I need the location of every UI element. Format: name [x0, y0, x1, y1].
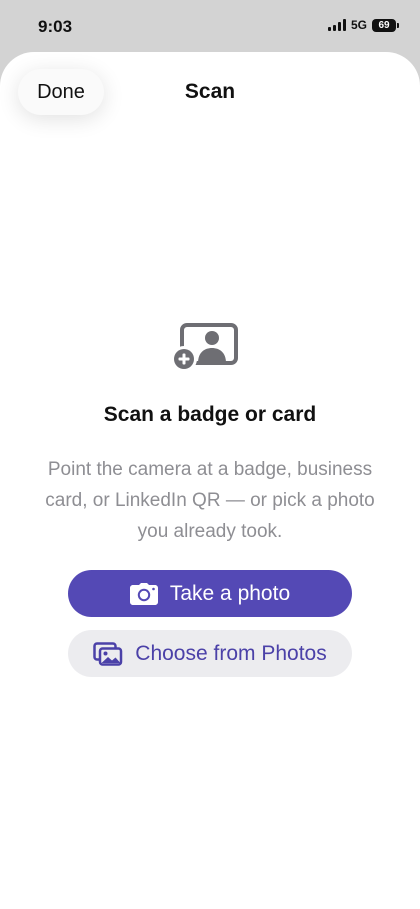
contact-card-add-icon [171, 323, 238, 372]
choose-photos-button[interactable]: Choose from Photos [68, 630, 352, 677]
scan-heading: Scan a badge or card [103, 403, 317, 426]
status-indicators: 5G 69 [327, 18, 399, 32]
camera-icon [129, 582, 158, 605]
photos-icon [93, 641, 123, 666]
take-photo-label: Take a photo [169, 581, 291, 605]
scan-description: Point the camera at a badge, business ca… [45, 459, 375, 542]
sheet-title: Scan [184, 80, 236, 103]
choose-photos-label: Choose from Photos [135, 641, 327, 665]
take-photo-button[interactable]: Take a photo [68, 570, 352, 617]
signal-icon [327, 19, 346, 31]
network-type: 5G [350, 18, 367, 32]
status-bar: 9:03 5G 69 [0, 0, 420, 52]
battery-level: 69 [378, 19, 390, 31]
scan-sheet: Done Scan Scan a badge or card Point the… [0, 52, 420, 909]
battery-icon: 69 [372, 18, 399, 32]
status-time: 9:03 [38, 17, 73, 36]
